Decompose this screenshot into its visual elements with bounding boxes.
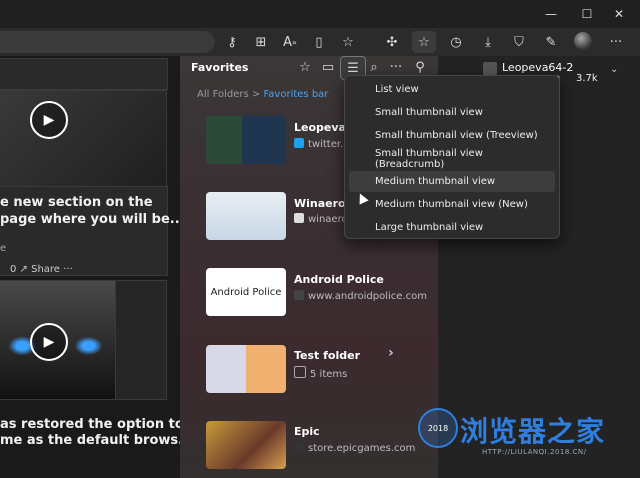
favorite-thumbnail[interactable] [206, 116, 286, 164]
favorite-thumbnail[interactable]: Android Police [206, 268, 286, 316]
address-bar[interactable] [0, 31, 215, 53]
post1-thumbnail[interactable] [0, 90, 167, 187]
watermark-logo: 2018 [418, 408, 458, 448]
edit-icon[interactable]: ✎ [539, 31, 563, 53]
post1-actions[interactable]: 0 ↗ Share ··· [10, 264, 73, 275]
grid-icon[interactable]: ⊞ [249, 31, 273, 53]
folder-count: 5 items [294, 366, 347, 380]
post1-title-line1: e new section on the [0, 195, 153, 210]
menu-item-medium-thumbnail[interactable]: Medium thumbnail view [349, 171, 555, 192]
downloads-icon[interactable]: ⤓ [476, 31, 500, 53]
breadcrumb-separator: > [251, 89, 261, 100]
favorites-title: Favorites [191, 61, 249, 74]
favorite-url-text: www.androidpolice.com [308, 291, 427, 302]
menu-item-list-view[interactable]: List view [349, 79, 555, 100]
add-folder-icon[interactable]: ▭ [316, 56, 340, 78]
close-button[interactable]: ✕ [596, 0, 640, 28]
breadcrumb-root[interactable]: All Folders [197, 89, 249, 100]
play-icon[interactable]: ▶ [30, 323, 68, 361]
post2-title-line1: as restored the option to [0, 417, 184, 432]
star-icon[interactable]: ☆ [336, 31, 360, 53]
watermark-title: 浏览器之家 [460, 415, 606, 448]
epic-icon [294, 442, 304, 452]
folder-count-text: 5 items [310, 369, 348, 380]
profile-avatar[interactable] [574, 32, 592, 50]
favorites-icon[interactable]: ☆ [412, 31, 436, 53]
key-icon[interactable]: ⚷ [220, 31, 244, 53]
folder-icon [294, 366, 306, 378]
post1-meta: e [0, 243, 7, 254]
favorite-thumbnail[interactable] [206, 421, 286, 469]
favorite-name[interactable]: Epic [294, 425, 320, 438]
favorite-name[interactable]: Winaero [294, 197, 346, 210]
add-favorite-icon[interactable]: ☆ [293, 56, 317, 78]
reader-icon[interactable]: ▯ [307, 31, 331, 53]
breadcrumb: All Folders > Favorites bar [197, 89, 328, 100]
favorite-url: www.androidpolice.com [294, 290, 427, 302]
favorite-name[interactable]: Android Police [294, 273, 384, 286]
follower-count: 3.7k [576, 73, 598, 84]
play-icon[interactable]: ▶ [30, 101, 68, 139]
watermark-url: HTTP://LIULANQI.2018.CN/ [482, 448, 587, 456]
menu-item-small-thumbnail[interactable]: Small thumbnail view [349, 102, 555, 123]
favorite-thumbnail[interactable] [206, 192, 286, 240]
history-icon[interactable]: ◷ [444, 31, 468, 53]
shield-icon[interactable]: ⛉ [507, 31, 531, 53]
folder-thumbnail[interactable] [206, 345, 286, 393]
post-header [0, 58, 168, 90]
more-icon[interactable]: ··· [604, 31, 628, 53]
menu-item-large-thumbnail[interactable]: Large thumbnail view [349, 217, 555, 238]
favorite-url: store.epicgames.com [294, 442, 415, 454]
chevron-down-icon[interactable]: ⌄ [610, 64, 618, 75]
favorite-url: winaero. [294, 213, 351, 225]
menu-item-medium-thumbnail-new[interactable]: Medium thumbnail view (New) [349, 194, 555, 215]
post1-title-line2: page where you will be... [0, 212, 185, 227]
user-name: Leopeva64-2 [502, 61, 574, 74]
twitter-icon [294, 138, 304, 148]
post2-side [115, 280, 167, 400]
globe-icon [294, 290, 304, 300]
favorite-url-text: store.epicgames.com [308, 443, 416, 454]
breadcrumb-current[interactable]: Favorites bar [263, 89, 328, 100]
read-aloud-icon[interactable]: A» [278, 31, 302, 53]
folder-name[interactable]: Test folder [294, 349, 360, 362]
w-icon [294, 213, 304, 223]
user-avatar [483, 62, 497, 76]
view-options-menu: List view Small thumbnail view Small thu… [344, 75, 560, 239]
menu-item-small-thumbnail-treeview[interactable]: Small thumbnail view (Treeview) [349, 125, 555, 146]
extensions-icon[interactable]: ✣ [380, 31, 404, 53]
thumbnail-text: Android Police [210, 286, 282, 298]
menu-item-small-thumbnail-breadcrumb[interactable]: Small thumbnail view (Breadcrumb) [349, 148, 555, 170]
post2-title-line2: me as the default brows... [0, 433, 193, 448]
chevron-right-icon[interactable]: › [388, 345, 394, 361]
